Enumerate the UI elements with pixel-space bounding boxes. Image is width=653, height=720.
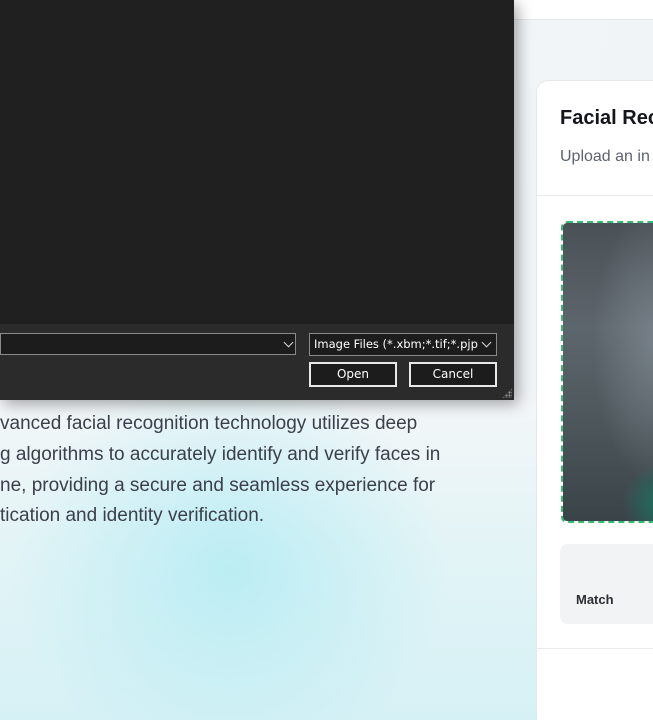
image-upload-dropzone[interactable] — [561, 221, 653, 523]
filename-input[interactable] — [5, 335, 275, 353]
open-button[interactable]: Open — [309, 362, 397, 387]
card-subtitle: Upload an in — [560, 148, 650, 165]
resize-grip-icon[interactable] — [502, 388, 512, 398]
card-divider — [537, 195, 653, 196]
file-list-view[interactable] — [0, 0, 514, 324]
match-label: Match — [576, 592, 614, 607]
card-divider — [537, 648, 653, 649]
match-result-box: Match — [560, 544, 653, 624]
hero-description-line: ne, providing a secure and seamless expe… — [0, 474, 436, 496]
uploaded-face-image — [563, 223, 653, 521]
hero-description: vanced facial recognition technology uti… — [0, 409, 520, 532]
file-type-dropdown-area[interactable] — [478, 334, 496, 355]
file-open-dialog: Image Files (*.xbm;*.tif;*.pjp;*.a Open … — [0, 0, 514, 400]
hero-description-line: tication and identity verification. — [0, 505, 265, 527]
hero-description-line: g algorithms to accurately identify and … — [0, 443, 441, 465]
facial-recognition-card: Facial Rec Upload an in Match — [536, 80, 653, 720]
file-type-selected: Image Files (*.xbm;*.tif;*.pjp;*.a — [314, 337, 497, 351]
chevron-down-icon[interactable] — [481, 337, 492, 348]
filename-combobox[interactable] — [0, 333, 296, 355]
card-title: Facial Rec — [560, 107, 653, 129]
file-type-select[interactable]: Image Files (*.xbm;*.tif;*.pjp;*.a — [309, 333, 497, 356]
top-navbar-strip — [514, 0, 653, 20]
chevron-down-icon[interactable] — [283, 337, 294, 348]
hero-description-line: vanced facial recognition technology uti… — [0, 413, 418, 434]
cancel-button[interactable]: Cancel — [409, 362, 497, 387]
